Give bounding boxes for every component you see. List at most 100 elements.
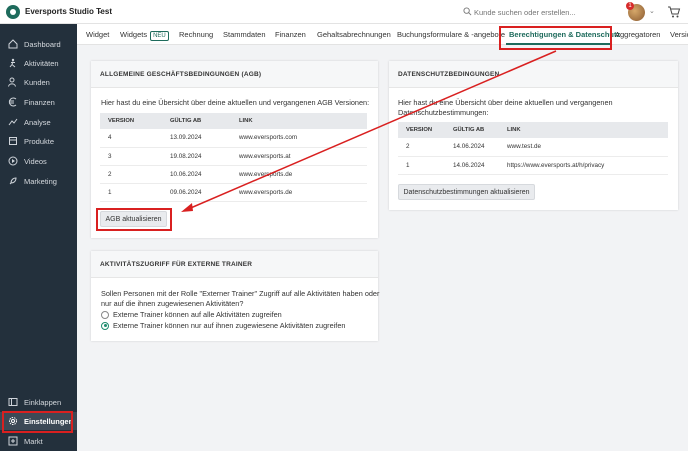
sidebar-item-produkte[interactable]: Produkte bbox=[0, 132, 77, 150]
sidebar-item-einklappen[interactable]: Einklappen bbox=[0, 393, 77, 411]
column-header: VERSION bbox=[100, 113, 162, 129]
customer-search-input[interactable] bbox=[474, 5, 604, 19]
rocket-icon bbox=[9, 177, 17, 185]
box-icon bbox=[9, 137, 17, 145]
sidebar-item-dashboard[interactable]: Dashboard bbox=[0, 35, 77, 53]
sidebar-item-label: Markt bbox=[24, 436, 43, 446]
search-icon bbox=[463, 7, 472, 16]
version-cell: 2 bbox=[398, 138, 445, 157]
chevron-down-icon[interactable]: ⌄ bbox=[649, 7, 655, 15]
sidebar-item-marketing[interactable]: Marketing bbox=[0, 172, 77, 190]
valid-from-cell: 19.08.2024 bbox=[162, 147, 231, 166]
column-header: LINK bbox=[499, 122, 668, 138]
agb-update-button[interactable]: AGB aktualisieren bbox=[100, 211, 167, 227]
privacy-intro-text: Hier hast du eine Übersicht über deine a… bbox=[398, 98, 613, 118]
version-cell: 2 bbox=[100, 165, 162, 184]
new-badge: NEU bbox=[150, 31, 169, 41]
table-row: 4 13.09.2024 www.eversports.com bbox=[100, 129, 367, 148]
activity-icon bbox=[9, 58, 16, 68]
tab-widgets[interactable]: Widgets NEU bbox=[120, 30, 169, 41]
trainer-question-line: Sollen Personen mit der Rolle "Externer … bbox=[101, 289, 380, 298]
sidebar-item-einstellungen[interactable]: Einstellungen bbox=[0, 412, 77, 430]
table-row: 2 14.06.2024 www.test.de bbox=[398, 138, 668, 157]
privacy-intro-line: Hier hast du eine Übersicht über deine a… bbox=[398, 98, 613, 107]
tab-buchungsformulare[interactable]: Buchungsformulare & -angebote bbox=[397, 30, 505, 39]
link-cell[interactable]: www.eversports.at bbox=[231, 147, 367, 166]
trainer-question-text: Sollen Personen mit der Rolle "Externer … bbox=[101, 289, 379, 309]
radio-label: Externe Trainer können auf alle Aktivitä… bbox=[113, 310, 282, 319]
home-icon bbox=[8, 39, 18, 49]
gear-icon bbox=[9, 417, 17, 425]
valid-from-cell: 09.06.2024 bbox=[162, 183, 231, 202]
tab-widget[interactable]: Widget bbox=[86, 30, 109, 39]
tab-stammdaten[interactable]: Stammdaten bbox=[223, 30, 266, 39]
radio-button-selected[interactable] bbox=[101, 321, 109, 330]
table-header-row: VERSION GÜLTIG AB LINK bbox=[100, 113, 367, 129]
tab-versicherung[interactable]: Versic bbox=[670, 30, 688, 39]
tab-aggregatoren[interactable]: Aggregatoren bbox=[615, 30, 660, 39]
sidebar-item-label: Einstellungen bbox=[24, 416, 74, 426]
sidebar-item-finanzen[interactable]: Finanzen bbox=[0, 93, 77, 111]
sidebar-item-kunden[interactable]: Kunden bbox=[0, 73, 77, 91]
tab-berechtigungen-datenschutz[interactable]: Berechtigungen & Datenschutz bbox=[509, 30, 620, 39]
link-cell[interactable]: www.eversports.de bbox=[231, 183, 367, 202]
valid-from-cell: 13.09.2024 bbox=[162, 129, 231, 148]
settings-tab-bar: Widget Widgets NEU Rechnung Stammdaten Fi… bbox=[77, 24, 688, 45]
trainer-card-title: AKTIVITÄTSZUGRIFF FÜR EXTERNE TRAINER bbox=[91, 251, 378, 278]
play-icon bbox=[8, 156, 18, 166]
link-cell[interactable]: https://www.eversports.at/h/privacy bbox=[499, 156, 668, 175]
privacy-card-title: DATENSCHUTZBEDINGUNGEN bbox=[389, 61, 678, 88]
valid-from-cell: 10.06.2024 bbox=[162, 165, 231, 184]
collapse-icon bbox=[8, 398, 18, 406]
sidebar-item-aktivitaeten[interactable]: Aktivitäten bbox=[0, 54, 77, 72]
table-row: 1 14.06.2024 https://www.eversports.at/h… bbox=[398, 156, 668, 175]
table-row: 3 19.08.2024 www.eversports.at bbox=[100, 147, 367, 166]
column-header: LINK bbox=[231, 113, 367, 129]
version-cell: 1 bbox=[398, 156, 445, 175]
tab-gehaltsabrechnungen[interactable]: Gehaltsabrechnungen bbox=[317, 30, 391, 39]
privacy-update-button[interactable]: Datenschutzbestimmungen aktualisieren bbox=[398, 184, 535, 200]
chart-icon bbox=[8, 118, 18, 126]
link-cell[interactable]: www.eversports.com bbox=[231, 129, 367, 148]
valid-from-cell: 14.06.2024 bbox=[445, 138, 499, 157]
radio-option-all-activities[interactable]: Externe Trainer können auf alle Aktivitä… bbox=[101, 310, 282, 319]
version-cell: 4 bbox=[100, 129, 162, 148]
cart-icon[interactable] bbox=[667, 5, 681, 19]
eversports-logo[interactable] bbox=[6, 5, 20, 19]
column-header: GÜLTIG AB bbox=[445, 122, 499, 138]
radio-label: Externe Trainer können nur auf ihnen zug… bbox=[113, 321, 346, 330]
sidebar-item-label: Analyse bbox=[24, 117, 51, 127]
radio-option-assigned-activities[interactable]: Externe Trainer können nur auf ihnen zug… bbox=[101, 321, 345, 330]
table-row: 1 09.06.2024 www.eversports.de bbox=[100, 183, 367, 202]
sidebar-item-label: Dashboard bbox=[24, 39, 61, 49]
sidebar-item-label: Produkte bbox=[24, 136, 55, 146]
table-row: 2 10.06.2024 www.eversports.de bbox=[100, 165, 367, 184]
sidebar-item-label: Einklappen bbox=[24, 397, 62, 407]
tab-finanzen[interactable]: Finanzen bbox=[275, 30, 306, 39]
column-header: VERSION bbox=[398, 122, 445, 138]
trainer-question-line: nur auf die ihnen zugewiesenen Aktivität… bbox=[101, 299, 244, 308]
sidebar-item-analyse[interactable]: Analyse bbox=[0, 113, 77, 131]
table-header-row: VERSION GÜLTIG AB LINK bbox=[398, 122, 668, 138]
valid-from-cell: 14.06.2024 bbox=[445, 156, 499, 175]
link-cell[interactable]: www.eversports.de bbox=[231, 165, 367, 184]
column-header: GÜLTIG AB bbox=[162, 113, 231, 129]
radio-button[interactable] bbox=[101, 310, 109, 319]
active-tab-indicator bbox=[506, 43, 610, 45]
tab-rechnung[interactable]: Rechnung bbox=[179, 30, 213, 39]
sidebar-item-videos[interactable]: Videos bbox=[0, 152, 77, 170]
chevron-down-icon[interactable]: ⌄ bbox=[97, 6, 104, 15]
tab-label: Widgets bbox=[120, 30, 148, 39]
agb-intro-text: Hier hast du eine Übersicht über deine a… bbox=[101, 98, 370, 107]
sidebar-item-label: Videos bbox=[24, 156, 47, 166]
agb-card-title: ALLGEMEINE GESCHÄFTSBEDINGUNGEN (AGB) bbox=[91, 61, 378, 88]
notification-badge[interactable]: 1 bbox=[626, 2, 634, 10]
sidebar-item-label: Aktivitäten bbox=[24, 58, 59, 68]
version-cell: 1 bbox=[100, 183, 162, 202]
sidebar: Dashboard Aktivitäten Kunden Finanzen An… bbox=[0, 24, 77, 451]
agb-versions-table: VERSION GÜLTIG AB LINK 4 13.09.2024 www.… bbox=[100, 113, 367, 202]
link-cell[interactable]: www.test.de bbox=[499, 138, 668, 157]
sidebar-item-markt[interactable]: Markt bbox=[0, 432, 77, 450]
privacy-intro-line: Datenschutzbestimmungen: bbox=[398, 108, 489, 117]
sidebar-item-label: Kunden bbox=[24, 77, 50, 87]
